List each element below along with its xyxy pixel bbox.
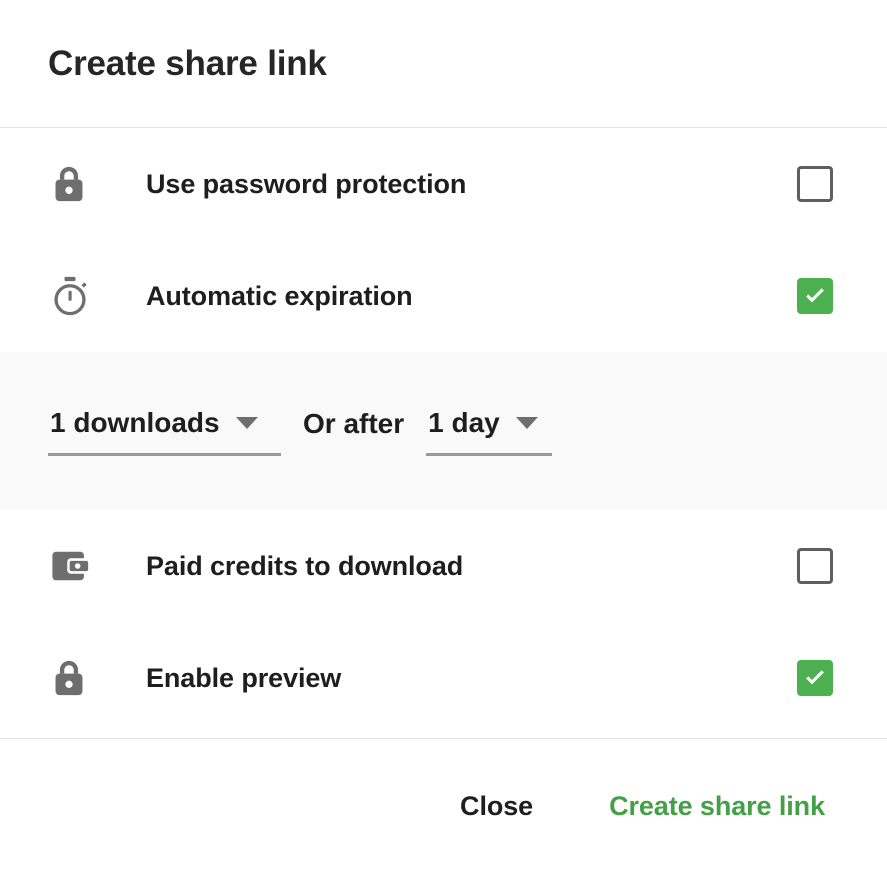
lock-icon [48, 654, 96, 702]
option-control [791, 660, 839, 696]
close-button[interactable]: Close [446, 781, 547, 832]
lock-icon [48, 160, 96, 208]
chevron-down-icon [515, 416, 538, 429]
dialog-footer: Close Create share link [0, 738, 887, 873]
expiration-duration-dropdown[interactable]: 1 day [426, 406, 553, 456]
checkbox-automatic-expiration[interactable] [797, 278, 833, 314]
downloads-count-value: 1 downloads [50, 406, 220, 438]
option-label: Use password protection [146, 168, 467, 199]
option-row-automatic-expiration[interactable]: Automatic expiration [0, 240, 887, 352]
create-share-link-button[interactable]: Create share link [595, 781, 839, 832]
checkbox-paid-credits-to-download[interactable] [797, 548, 833, 584]
wallet-icon [48, 544, 96, 588]
option-row-enable-preview[interactable]: Enable preview [0, 622, 887, 734]
create-share-link-dialog: Create share link Use password protectio… [0, 0, 887, 873]
option-label: Enable preview [146, 662, 342, 693]
option-label: Automatic expiration [146, 280, 413, 311]
option-row-paid-credits-to-download[interactable]: Paid credits to download [0, 510, 887, 622]
checkbox-use-password-protection[interactable] [797, 166, 833, 202]
timer-icon [48, 272, 96, 320]
option-control [791, 166, 839, 202]
expiration-settings-band: 1 downloads Or after 1 day [0, 352, 887, 510]
band-conjunction-label: Or after [303, 408, 405, 439]
option-row-use-password-protection[interactable]: Use password protection [0, 128, 887, 240]
option-control [791, 548, 839, 584]
downloads-count-dropdown[interactable]: 1 downloads [48, 407, 281, 456]
page-title: Create share link [48, 44, 327, 83]
expiration-duration-value: 1 day [428, 406, 500, 438]
option-label: Paid credits to download [146, 550, 464, 581]
dialog-header: Create share link [0, 0, 887, 128]
checkbox-enable-preview[interactable] [797, 660, 833, 696]
dialog-body: Use password protection Automatic expira… [0, 128, 887, 738]
option-control [791, 278, 839, 314]
chevron-down-icon [235, 416, 258, 429]
